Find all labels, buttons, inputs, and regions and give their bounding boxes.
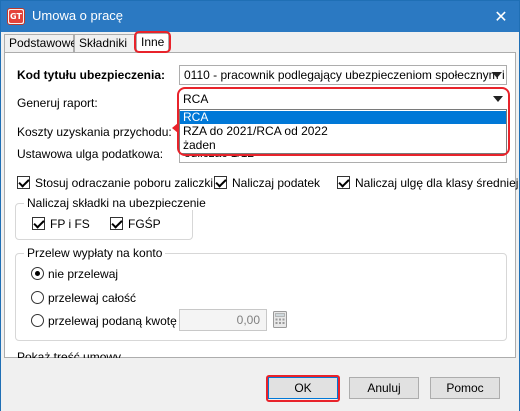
transfer-all-radio[interactable] bbox=[31, 291, 44, 304]
transfer-amount-radio[interactable] bbox=[31, 314, 44, 327]
insurance-code-label: Kod tytułu ubezpieczenia: bbox=[17, 68, 166, 82]
close-icon[interactable]: ✕ bbox=[491, 7, 511, 27]
middle-class-relief-checkbox[interactable] bbox=[337, 176, 350, 189]
title-bar[interactable]: GT Umowa o pracę ✕ bbox=[1, 1, 519, 32]
tab-podstawowe[interactable]: Podstawowe bbox=[4, 34, 78, 53]
transfer-all-label: przelewaj całość bbox=[48, 291, 137, 305]
help-button[interactable]: Pomoc bbox=[430, 377, 500, 399]
fp-fs-checkbox[interactable] bbox=[32, 217, 45, 230]
calc-tax-label: Naliczaj podatek bbox=[232, 176, 321, 190]
report-highlight-marker bbox=[177, 87, 510, 156]
no-transfer-radio[interactable] bbox=[31, 267, 44, 280]
fgsp-label: FGŚP bbox=[128, 217, 161, 231]
tab-label: Składniki bbox=[79, 36, 128, 50]
chevron-down-icon bbox=[492, 72, 502, 78]
defer-advance-checkbox[interactable] bbox=[17, 176, 30, 189]
costs-label: Koszty uzyskania przychodu: bbox=[17, 125, 172, 139]
highlight-pointer bbox=[172, 123, 178, 133]
window-title: Umowa o pracę bbox=[32, 8, 124, 23]
no-transfer-label: nie przelewaj bbox=[48, 267, 119, 281]
defer-advance-label: Stosuj odraczanie poboru zaliczki bbox=[35, 176, 214, 190]
fp-fs-label: FP i FS bbox=[50, 217, 90, 231]
tax-relief-label: Ustawowa ulga podatkowa: bbox=[17, 147, 164, 161]
middle-class-relief-label: Naliczaj ulgę dla klasy średniej bbox=[355, 176, 519, 190]
fgsp-checkbox[interactable] bbox=[110, 217, 123, 230]
transfer-group-title: Przelew wypłaty na konto bbox=[24, 246, 166, 260]
ok-highlight-marker bbox=[266, 375, 340, 402]
tab-label: Podstawowe bbox=[9, 36, 78, 50]
transfer-amount-label: przelewaj podaną kwotę bbox=[48, 314, 177, 328]
dialog-window: GT Umowa o pracę ✕ Podstawowe Składniki … bbox=[0, 0, 520, 411]
report-label: Generuj raport: bbox=[17, 96, 98, 110]
app-logo-icon: GT bbox=[7, 8, 25, 25]
contributions-group-title: Naliczaj składki na ubezpieczenie bbox=[24, 196, 209, 210]
cancel-button[interactable]: Anuluj bbox=[349, 377, 419, 399]
calc-tax-checkbox[interactable] bbox=[214, 176, 227, 189]
calculator-icon[interactable] bbox=[273, 311, 287, 328]
insurance-code-value: 0110 - pracownik podlegający ubezpieczen… bbox=[184, 68, 507, 82]
transfer-amount-field[interactable]: 0,00 bbox=[179, 309, 267, 331]
tab-highlight-marker bbox=[134, 31, 171, 53]
tab-skladniki[interactable]: Składniki bbox=[74, 34, 136, 53]
insurance-code-select[interactable]: 0110 - pracownik podlegający ubezpieczen… bbox=[179, 65, 507, 85]
